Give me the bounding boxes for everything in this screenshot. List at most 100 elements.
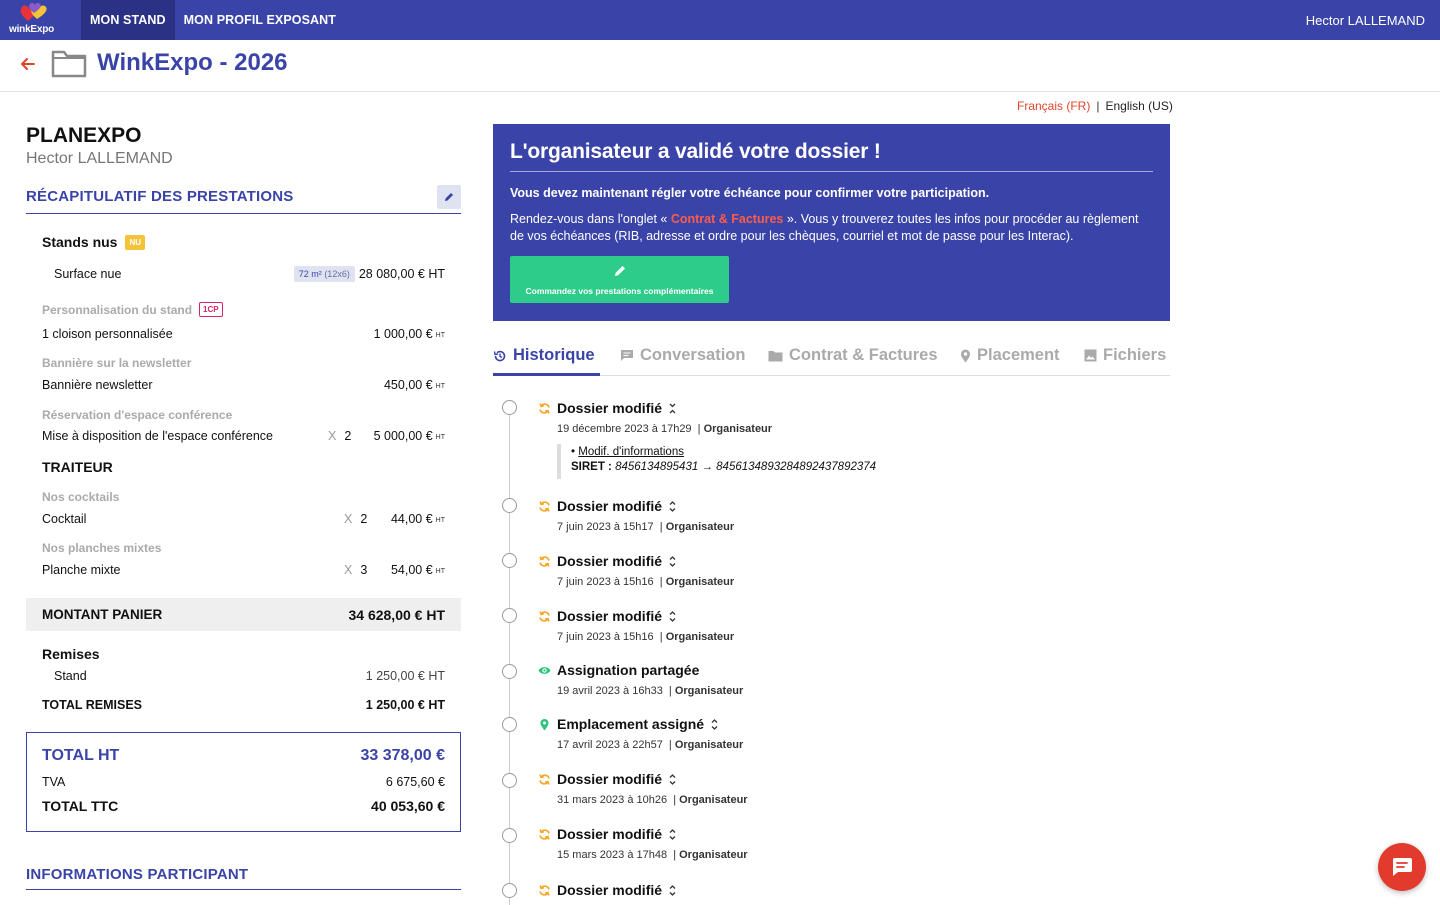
line-banniere: Bannière newsletter 450,00 € HT (42, 378, 445, 392)
timeline-event-date: 31 mars 2023 à 10h26 (557, 794, 668, 806)
sync-icon (539, 555, 550, 567)
line-label: Surface nue (54, 267, 122, 281)
group-stands-nus: Stands nus NU (42, 234, 146, 250)
line-cocktail: Cocktail 44,00 € HT (42, 512, 445, 526)
collapse-icon[interactable] (668, 402, 677, 415)
timeline-event-title: Dossier modifié (557, 498, 663, 514)
timeline-dot (502, 664, 517, 679)
line-cloison: 1 cloison personnalisée 1 000,00 € HT (42, 327, 445, 341)
category-cocktails: Nos cocktails (42, 490, 120, 504)
eye-icon (538, 666, 551, 674)
line-label: Planche mixte (42, 563, 121, 577)
modif-informations-link[interactable]: Modif. d'informations (578, 446, 684, 458)
expand-icon[interactable] (668, 610, 677, 623)
sync-icon (539, 610, 550, 622)
timeline-event-author: Organisateur (703, 423, 773, 435)
contact-name: Hector LALLEMAND (26, 150, 173, 167)
folder-icon (768, 350, 783, 361)
edit-recap-button[interactable] (437, 185, 461, 209)
timeline-event-meta: 31 mars 2023 à 10h26 | Organisateur (557, 794, 748, 806)
timeline-event-date: 19 décembre 2023 à 17h29 (557, 423, 692, 435)
qty-cocktail: X2 (344, 512, 368, 526)
timeline-dot (502, 828, 517, 843)
banner-title: L'organisateur a validé votre dossier ! (510, 140, 881, 163)
timeline-event: Dossier modifié (538, 608, 677, 624)
expand-icon[interactable] (668, 555, 677, 568)
expand-icon[interactable] (710, 718, 719, 731)
total-ht-label: TOTAL HT (42, 747, 120, 764)
folder-icon (51, 50, 87, 78)
expand-icon[interactable] (668, 500, 677, 513)
total-ttc-label: TOTAL TTC (42, 798, 119, 814)
pencil-icon (445, 193, 453, 201)
contrat-factures-link[interactable]: Contrat & Factures (671, 212, 784, 226)
tab-historique[interactable]: Historique (493, 346, 595, 365)
recap-title: RÉCAPITULATIF DES PRESTATIONS (26, 188, 294, 205)
tva-label: TVA (42, 775, 66, 789)
nav-mon-stand[interactable]: MON STAND (81, 0, 175, 40)
timeline-event: Dossier modifié (538, 498, 677, 514)
expand-icon[interactable] (668, 773, 677, 786)
user-menu[interactable]: Hector LALLEMAND (1306, 0, 1425, 40)
back-arrow-icon[interactable] (18, 54, 38, 74)
pencil-icon (615, 266, 625, 276)
line-amount: 1 000,00 € HT (373, 327, 445, 341)
sync-icon (539, 402, 550, 414)
timeline-event-meta: 7 juin 2023 à 15h16 | Organisateur (557, 631, 735, 643)
timeline-dot (502, 717, 517, 732)
category-planches: Nos planches mixtes (42, 541, 162, 555)
lang-fr-link[interactable]: Français (FR) (1017, 99, 1090, 113)
line-planche: Planche mixte 54,00 € HT (42, 563, 445, 577)
timeline-event-title: Dossier modifié (557, 826, 663, 842)
group-traiteur: TRAITEUR (42, 459, 113, 475)
timeline-event: Assignation partagée (538, 662, 699, 678)
timeline-dot (502, 608, 517, 623)
panier-label: MONTANT PANIER (42, 607, 163, 622)
validation-banner: L'organisateur a validé votre dossier ! … (493, 124, 1170, 321)
timeline-event-title: Dossier modifié (557, 771, 663, 787)
tab-placement[interactable]: Placement (960, 346, 1060, 365)
line-amount: 72 m² (12x6) 28 080,00 € HT (293, 266, 445, 282)
detail-siret: SIRET : 8456134895431 → 8456134893284892… (571, 461, 877, 473)
timeline-event-meta: 19 avril 2023 à 16h33 | Organisateur (557, 685, 744, 697)
category-personnalisation: Personnalisation du stand 1CP (42, 302, 223, 317)
lang-separator: | (1096, 99, 1100, 113)
nav-mon-profil-exposant[interactable]: MON PROFIL EXPOSANT (175, 0, 345, 40)
tab-contrat-factures[interactable]: Contrat & Factures (768, 346, 938, 365)
timeline-event-date: 7 juin 2023 à 15h17 (557, 521, 654, 533)
timeline-event: Dossier modifié (538, 826, 677, 842)
map-pin-icon (540, 718, 549, 730)
tva-amount: 6 675,60 € (385, 775, 445, 789)
totals-box: TOTAL HT 33 378,00 € TVA 6 675,60 € TOTA… (26, 732, 461, 832)
lang-en-link[interactable]: English (US) (1105, 99, 1172, 113)
active-tab-indicator (493, 373, 600, 376)
timeline-dot (502, 553, 517, 568)
chat-button[interactable] (1378, 843, 1426, 891)
total-remises-label: TOTAL REMISES (42, 698, 143, 712)
line-amount: 450,00 € HT (383, 378, 445, 392)
total-ttc-amount: 40 053,60 € (371, 798, 445, 814)
timeline-event-author: Organisateur (665, 521, 735, 533)
line-surface-nue: Surface nue 72 m² (12x6) 28 080,00 € HT (54, 266, 445, 282)
line-amount: 5 000,00 € HT (373, 429, 445, 443)
total-remises-amount: 1 250,00 € HT (365, 698, 445, 712)
category-conference: Réservation d'espace conférence (42, 408, 233, 422)
line-amount: 44,00 € HT (390, 512, 445, 526)
badge-1cp: 1CP (199, 302, 223, 317)
logo-text: winkExpo (9, 24, 55, 35)
timeline-event-author: Organisateur (665, 576, 735, 588)
tab-fichiers[interactable]: Fichiers (1084, 346, 1166, 365)
top-navbar: winkExpo MON STAND MON PROFIL EXPOSANT H… (0, 0, 1440, 40)
order-services-button[interactable]: Commandez vos prestations complémentaire… (510, 256, 729, 303)
winkexpo-logo[interactable]: winkExpo (0, 0, 81, 40)
timeline-event-title: Dossier modifié (557, 608, 663, 624)
timeline-event: Dossier modifié (538, 400, 677, 416)
expand-icon[interactable] (668, 884, 677, 897)
timeline-event: Dossier modifié (538, 553, 677, 569)
sync-icon (539, 828, 550, 840)
timeline-event-date: 7 juin 2023 à 15h16 (557, 631, 654, 643)
sync-icon (539, 500, 550, 512)
timeline-dot (502, 773, 517, 788)
tab-conversation[interactable]: Conversation (620, 346, 745, 365)
expand-icon[interactable] (668, 828, 677, 841)
